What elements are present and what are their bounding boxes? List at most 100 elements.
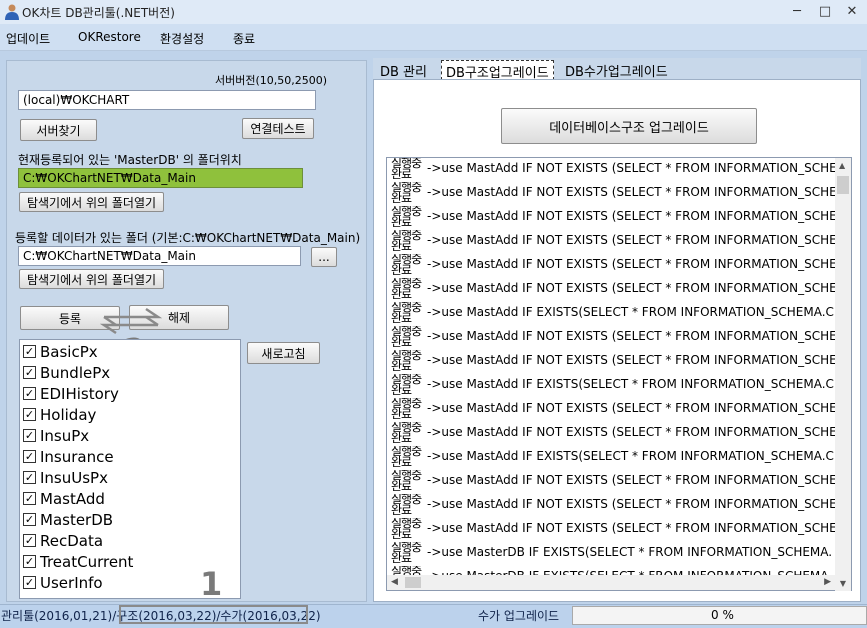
- menu-settings[interactable]: 환경설정: [160, 30, 204, 47]
- master-folder-label: 현재등록되어 있는 'MasterDB' 의 폴더위치: [18, 153, 242, 167]
- log-line[interactable]: 실행중 완료 ->use MastAdd IF EXISTS(SELECT * FR…: [387, 374, 837, 398]
- database-name-label: InsuUsPx: [40, 468, 108, 487]
- refresh-button[interactable]: 새로고침: [247, 342, 320, 364]
- checkbox-checked-icon[interactable]: ✓: [23, 513, 36, 526]
- menu-exit[interactable]: 종료: [233, 30, 255, 47]
- menu-update[interactable]: 업데이트: [6, 30, 50, 47]
- database-checkbox-item[interactable]: ✓ BundlePx: [23, 362, 110, 383]
- log-done-label: 완료: [391, 263, 412, 277]
- log-status-prefix: 실행중완료: [391, 182, 425, 204]
- annotation-highlight-box: [119, 605, 308, 624]
- vertical-scrollbar[interactable]: ▲: [835, 158, 851, 576]
- log-line[interactable]: 실행중 완료 ->use MastAdd IF NOT EXISTS (SELECT…: [387, 278, 837, 302]
- log-line[interactable]: 실행중 완료 ->use MastAdd IF NOT EXISTS (SELECT…: [387, 494, 837, 518]
- data-folder-input[interactable]: C:₩OKChartNET₩Data_Main: [18, 246, 301, 266]
- log-line[interactable]: 실행중 완료 ->use MastAdd IF EXISTS(SELECT * FR…: [387, 446, 837, 470]
- scroll-up-icon[interactable]: ▲: [839, 161, 845, 170]
- checkbox-checked-icon[interactable]: ✓: [23, 555, 36, 568]
- scroll-right-icon[interactable]: ▶: [824, 577, 831, 587]
- checkbox-checked-icon[interactable]: ✓: [23, 408, 36, 421]
- database-checkbox-item[interactable]: ✓ EDIHistory: [23, 383, 119, 404]
- maximize-button[interactable]: □: [813, 2, 837, 21]
- checkbox-checked-icon[interactable]: ✓: [23, 450, 36, 463]
- log-line[interactable]: 실행중 완료 ->use MastAdd IF NOT EXISTS (SELECT…: [387, 518, 837, 542]
- app-user-icon: [4, 3, 20, 20]
- database-checkbox-item[interactable]: ✓ UserInfo: [23, 572, 103, 593]
- find-server-button[interactable]: 서버찾기: [20, 119, 97, 141]
- log-status-prefix: 실행중완료: [391, 230, 425, 252]
- log-line[interactable]: 실행중 완료 ->use MastAdd IF NOT EXISTS (SELECT…: [387, 158, 837, 182]
- database-checklist[interactable]: ✓ BasicPx ✓ BundlePx ✓ EDIHistory ✓ Holiday ✓ Ins…: [19, 339, 241, 599]
- log-line[interactable]: 실행중 완료 ->use MastAdd IF NOT EXISTS (SELECT…: [387, 398, 837, 422]
- log-line-text: ->use MastAdd IF NOT EXISTS (SELECT * FR…: [427, 401, 837, 415]
- database-checkbox-item[interactable]: ✓ RecData: [23, 530, 103, 551]
- log-done-label: 완료: [391, 527, 412, 541]
- database-checkbox-item[interactable]: ✓ InsuUsPx: [23, 467, 108, 488]
- log-line[interactable]: 실행중 완료 ->use MastAdd IF NOT EXISTS (SELECT…: [387, 326, 837, 350]
- checkbox-checked-icon[interactable]: ✓: [23, 576, 36, 589]
- log-line[interactable]: 실행중 완료 ->use MastAdd IF NOT EXISTS (SELECT…: [387, 422, 837, 446]
- log-line[interactable]: 실행중 완료 ->use MastAdd IF NOT EXISTS (SELECT…: [387, 470, 837, 494]
- database-structure-upgrade-button[interactable]: 데이터베이스구조 업그레이드: [501, 108, 757, 144]
- progress-percent-text: 0 %: [711, 608, 734, 622]
- test-connection-button[interactable]: 연결테스트: [242, 118, 314, 139]
- log-done-label: 완료: [391, 167, 412, 181]
- server-version-label: 서버버전(10,50,2500): [215, 74, 328, 87]
- vertical-scroll-thumb[interactable]: [837, 176, 849, 194]
- annotation-number-1: 1: [200, 565, 223, 603]
- horizontal-scroll-thumb[interactable]: [405, 577, 421, 588]
- open-data-folder-button[interactable]: 탐색기에서 위의 폴더열기: [19, 269, 164, 289]
- database-checkbox-item[interactable]: ✓ TreatCurrent: [23, 551, 133, 572]
- log-status-prefix: 실행중완료: [391, 350, 425, 372]
- log-status-prefix: 실행중완료: [391, 254, 425, 276]
- database-checkbox-item[interactable]: ✓ BasicPx: [23, 341, 98, 362]
- minimize-button[interactable]: ─: [785, 2, 809, 21]
- log-line-text: ->use MastAdd IF EXISTS(SELECT * FROM IN…: [427, 305, 834, 319]
- database-checkbox-item[interactable]: ✓ MasterDB: [23, 509, 113, 530]
- database-name-label: RecData: [40, 531, 104, 550]
- log-line[interactable]: 실행중 완료 ->use MastAdd IF NOT EXISTS (SELECT…: [387, 182, 837, 206]
- log-line-text: ->use MastAdd IF NOT EXISTS (SELECT * FR…: [427, 185, 837, 199]
- checkbox-checked-icon[interactable]: ✓: [23, 534, 36, 547]
- database-name-label: TreatCurrent: [40, 552, 134, 571]
- log-done-label: 완료: [391, 311, 412, 325]
- checkbox-checked-icon[interactable]: ✓: [23, 429, 36, 442]
- checkbox-checked-icon[interactable]: ✓: [23, 471, 36, 484]
- log-done-label: 완료: [391, 431, 412, 445]
- log-listbox[interactable]: 실행중 완료 ->use MastAdd IF NOT EXISTS (SELECT…: [386, 157, 852, 591]
- menu-okrestore[interactable]: OKRestore: [78, 30, 141, 44]
- horizontal-scrollbar[interactable]: ◀ ▶: [387, 575, 835, 590]
- log-line[interactable]: 실행중 완료 ->use MastAdd IF NOT EXISTS (SELECT…: [387, 230, 837, 254]
- tab-db-structure-upgrade[interactable]: DB구조업그레이드: [441, 60, 554, 81]
- checkbox-checked-icon[interactable]: ✓: [23, 366, 36, 379]
- tab-db-management[interactable]: DB 관리: [376, 60, 431, 80]
- log-done-label: 완료: [391, 479, 412, 493]
- tab-db-price-upgrade[interactable]: DB수가업그레이드: [561, 60, 672, 80]
- log-line[interactable]: 실행중 완료 ->use MastAdd IF NOT EXISTS (SELECT…: [387, 254, 837, 278]
- close-button[interactable]: ✕: [840, 2, 864, 21]
- scroll-down-icon[interactable]: ▼: [835, 576, 851, 591]
- log-status-prefix: 실행중완료: [391, 518, 425, 540]
- log-line[interactable]: 실행중 완료 ->use MastAdd IF NOT EXISTS (SELECT…: [387, 350, 837, 374]
- log-line[interactable]: 실행중 완료 ->use MastAdd IF NOT EXISTS (SELECT…: [387, 206, 837, 230]
- database-checkbox-item[interactable]: ✓ MastAdd: [23, 488, 105, 509]
- checkbox-checked-icon[interactable]: ✓: [23, 387, 36, 400]
- log-done-label: 완료: [391, 383, 412, 397]
- log-line-text: ->use MastAdd IF EXISTS(SELECT * FROM IN…: [427, 377, 834, 391]
- database-checkbox-item[interactable]: ✓ Insurance: [23, 446, 114, 467]
- master-folder-path: C:₩OKChartNET₩Data_Main: [18, 168, 303, 188]
- browse-folder-button[interactable]: ...: [311, 247, 337, 267]
- log-line[interactable]: 실행중 완료 ->use MastAdd IF EXISTS(SELECT * FR…: [387, 302, 837, 326]
- log-done-label: 완료: [391, 239, 412, 253]
- open-master-folder-button[interactable]: 탐색기에서 위의 폴더열기: [19, 192, 164, 212]
- log-done-label: 완료: [391, 359, 412, 373]
- database-checkbox-item[interactable]: ✓ Holiday: [23, 404, 96, 425]
- log-line[interactable]: 실행중완료->use MasterDB IF EXISTS(SELECT * F…: [387, 542, 837, 566]
- checkbox-checked-icon[interactable]: ✓: [23, 492, 36, 505]
- log-status-prefix: 실행중완료: [391, 158, 425, 180]
- checkbox-checked-icon[interactable]: ✓: [23, 345, 36, 358]
- log-done-label: 완료: [391, 407, 412, 421]
- scroll-left-icon[interactable]: ◀: [391, 577, 398, 587]
- server-name-input[interactable]: (local)₩OKCHART: [18, 90, 316, 110]
- database-checkbox-item[interactable]: ✓ InsuPx: [23, 425, 89, 446]
